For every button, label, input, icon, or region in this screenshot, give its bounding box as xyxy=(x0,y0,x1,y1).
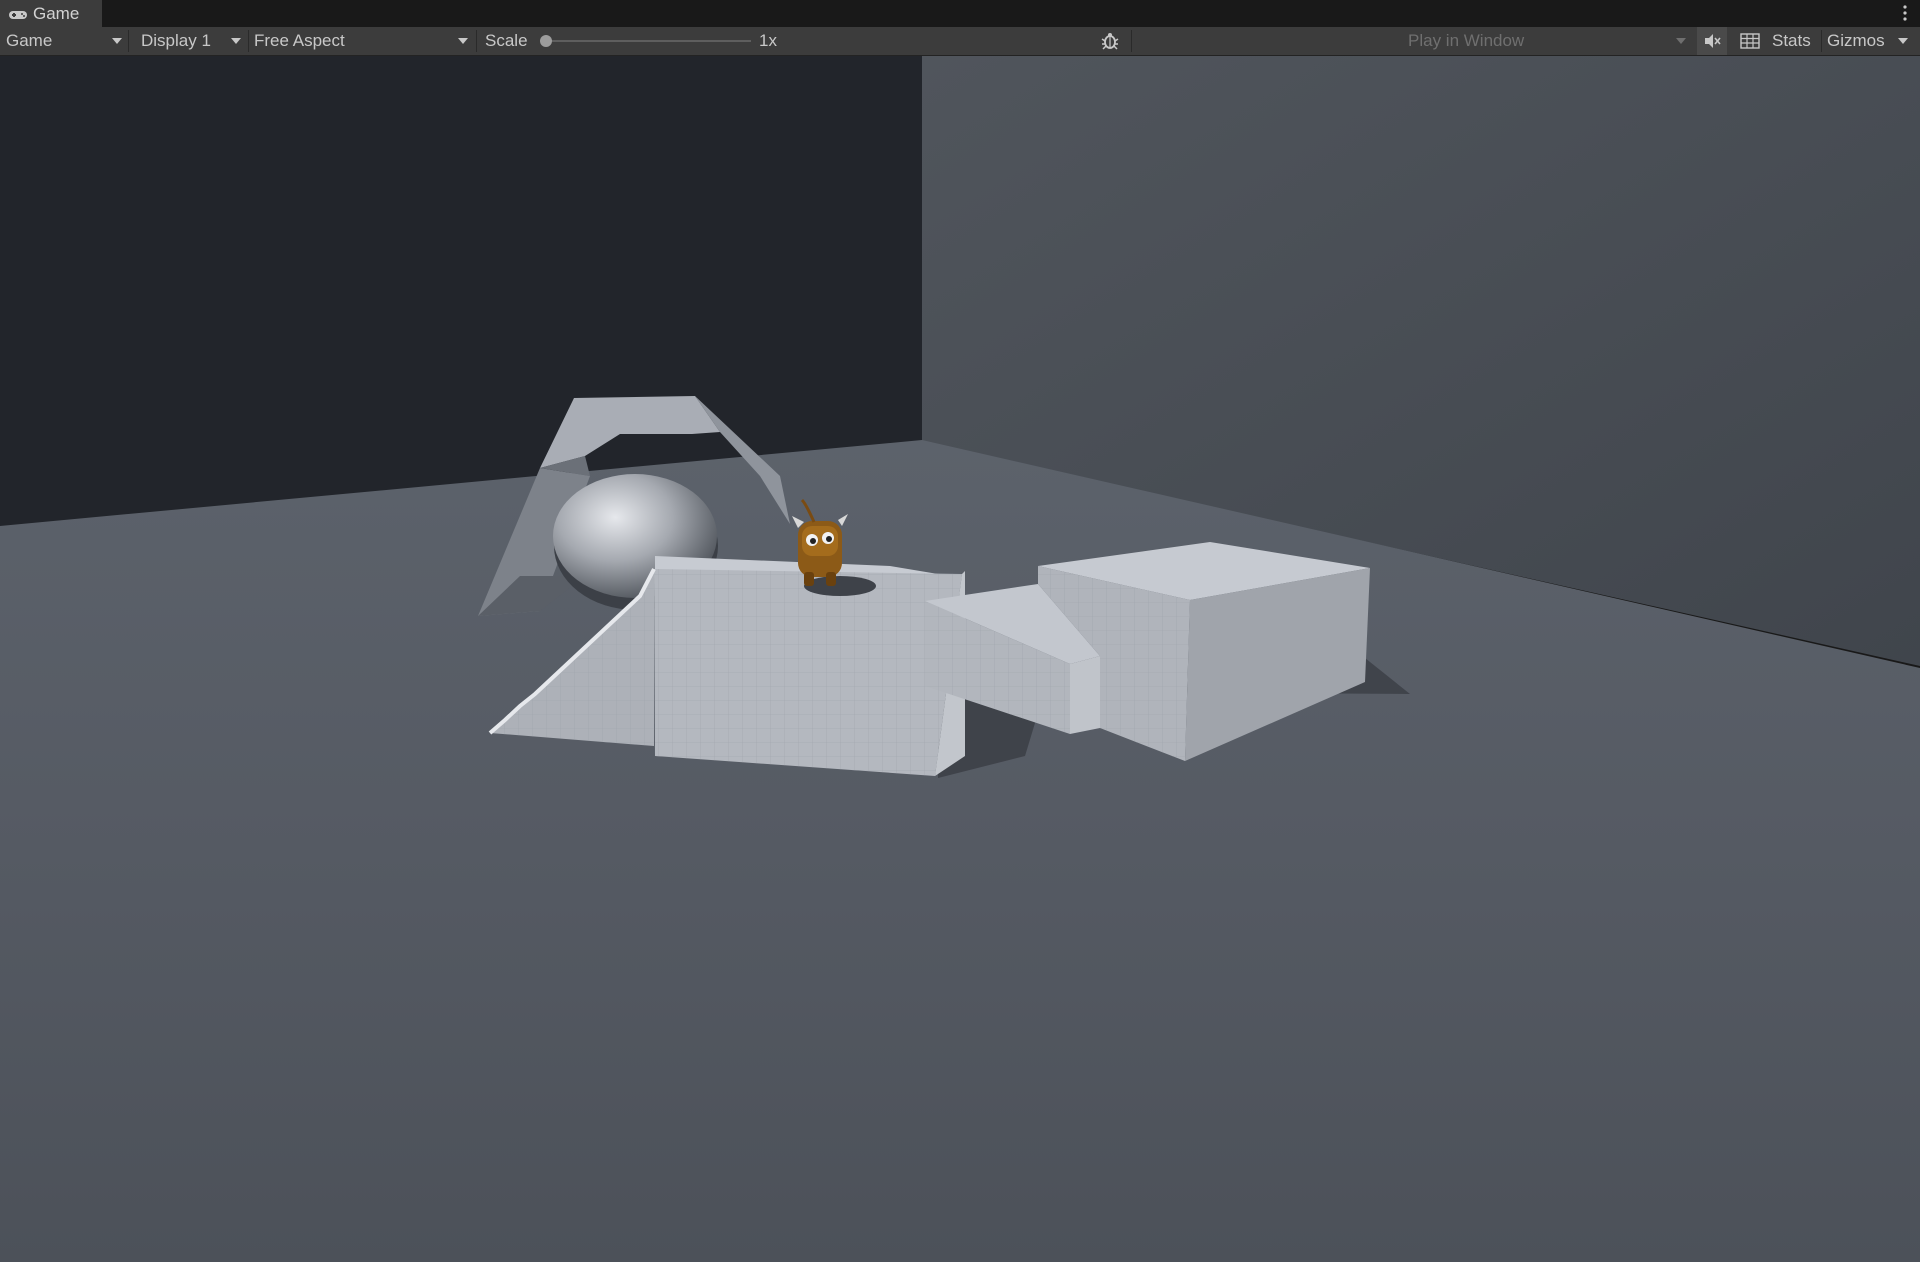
game-view-toolbar: Game Display 1 Free Aspect Scale 1x Play… xyxy=(0,27,1920,56)
display-label: Display 1 xyxy=(141,31,211,50)
tab-game[interactable]: Game xyxy=(0,0,102,27)
game-viewport[interactable] xyxy=(0,56,1920,1262)
tab-label: Game xyxy=(33,3,80,23)
mute-audio-icon[interactable] xyxy=(1697,27,1727,55)
bug-icon[interactable] xyxy=(1097,27,1123,55)
display-dropdown[interactable]: Display 1 xyxy=(141,27,245,55)
view-mode-label: Game xyxy=(6,31,53,50)
chevron-down-icon xyxy=(458,38,468,44)
aspect-label: Free Aspect xyxy=(254,31,345,50)
divider xyxy=(128,30,129,52)
chevron-down-icon xyxy=(1676,38,1686,44)
scale-label: Scale xyxy=(485,31,528,50)
gizmos-dropdown[interactable] xyxy=(1894,27,1914,55)
scale-value: 1x xyxy=(759,31,777,50)
view-mode-dropdown[interactable]: Game xyxy=(6,27,126,55)
divider xyxy=(1821,30,1822,52)
gizmos-button[interactable]: Gizmos xyxy=(1827,27,1885,55)
scene-render xyxy=(0,56,1920,1262)
gamepad-icon xyxy=(8,7,28,21)
divider xyxy=(476,30,477,52)
chevron-down-icon xyxy=(1898,38,1908,44)
divider xyxy=(248,30,249,52)
chevron-down-icon xyxy=(112,38,122,44)
grid-icon[interactable] xyxy=(1735,27,1765,55)
stats-button[interactable]: Stats xyxy=(1772,27,1811,55)
aspect-dropdown[interactable]: Free Aspect xyxy=(254,27,474,55)
chevron-down-icon xyxy=(231,38,241,44)
window-tab-bar: Game xyxy=(0,0,1920,27)
scale-slider-thumb[interactable] xyxy=(540,35,552,47)
divider xyxy=(1131,30,1132,52)
kebab-menu-icon[interactable] xyxy=(1902,3,1908,23)
play-mode-label: Play in Window xyxy=(1408,31,1525,50)
play-mode-dropdown[interactable]: Play in Window xyxy=(1408,27,1690,55)
scale-slider[interactable] xyxy=(546,40,751,42)
